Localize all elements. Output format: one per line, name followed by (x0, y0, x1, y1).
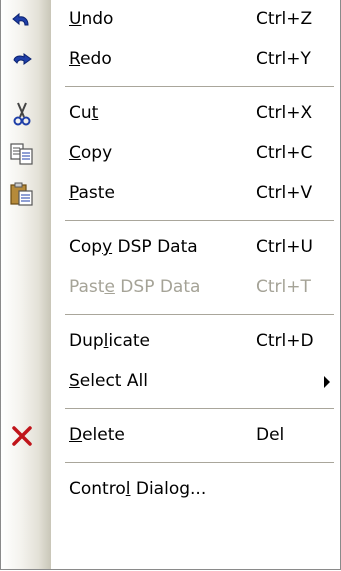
menu-item-label: Select All (69, 371, 148, 391)
menu-item-label: Duplicate (69, 331, 151, 351)
menu-item-duplicate[interactable]: Duplicate Ctrl+D (1, 322, 340, 362)
menu-items: Undo Ctrl+Z Redo Ctrl+Y Cut Ctrl+X Copy Ctrl+C P… (1, 0, 340, 510)
menu-item-label: Paste (69, 183, 115, 203)
menu-item-label: Control Dialog... (69, 479, 207, 499)
access-key: C (69, 143, 81, 163)
menu-item-label: Undo (69, 9, 114, 29)
redo-arrow-icon (9, 47, 35, 73)
menu-item-label: Delete (69, 425, 125, 445)
menu-item-shortcut: Ctrl+Y (256, 49, 311, 69)
menu-item-label: Redo (69, 49, 112, 69)
red-x-delete-icon (9, 423, 35, 449)
menu-separator (1, 308, 340, 322)
access-key: R (69, 49, 81, 69)
clipboard-paste-icon (9, 181, 35, 207)
menu-item-paste[interactable]: Paste Ctrl+V (1, 174, 340, 214)
copy-documents-icon (9, 141, 35, 167)
menu-item-label: Cut (69, 103, 99, 123)
access-key: D (69, 425, 83, 445)
context-menu: Undo Ctrl+Z Redo Ctrl+Y Cut Ctrl+X Copy Ctrl+C P… (0, 0, 341, 570)
menu-item-shortcut: Ctrl+X (256, 103, 313, 123)
menu-item-shortcut: Ctrl+U (256, 237, 313, 257)
menu-item-redo[interactable]: Redo Ctrl+Y (1, 40, 340, 80)
menu-item-control-dialog[interactable]: Control Dialog... (1, 470, 340, 510)
menu-item-paste-dsp-data: Paste DSP Data Ctrl+T (1, 268, 340, 308)
menu-item-label: Copy DSP Data (69, 237, 198, 257)
menu-item-undo[interactable]: Undo Ctrl+Z (1, 0, 340, 40)
access-key: t (91, 103, 99, 123)
scissors-icon (9, 101, 35, 127)
access-key: P (69, 183, 79, 203)
menu-item-shortcut: Del (256, 425, 285, 445)
submenu-arrow-icon (324, 376, 330, 388)
menu-separator (1, 80, 340, 94)
access-key: y (102, 237, 113, 257)
menu-item-select-all[interactable]: Select All (1, 362, 340, 402)
access-key: e (104, 277, 115, 297)
menu-item-shortcut: Ctrl+Z (256, 9, 313, 29)
menu-separator (1, 214, 340, 228)
access-key: U (69, 9, 82, 29)
menu-separator (1, 402, 340, 416)
access-key: S (69, 371, 80, 391)
menu-item-delete[interactable]: Delete Del (1, 416, 340, 456)
menu-item-shortcut: Ctrl+C (256, 143, 313, 163)
menu-item-copy-dsp-data[interactable]: Copy DSP Data Ctrl+U (1, 228, 340, 268)
menu-item-shortcut: Ctrl+V (256, 183, 313, 203)
menu-item-copy[interactable]: Copy Ctrl+C (1, 134, 340, 174)
menu-separator (1, 456, 340, 470)
undo-arrow-icon (9, 7, 35, 33)
menu-item-shortcut: Ctrl+T (256, 277, 311, 297)
menu-item-shortcut: Ctrl+D (256, 331, 314, 351)
menu-item-label: Paste DSP Data (69, 277, 201, 297)
menu-item-label: Copy (69, 143, 113, 163)
menu-item-cut[interactable]: Cut Ctrl+X (1, 94, 340, 134)
